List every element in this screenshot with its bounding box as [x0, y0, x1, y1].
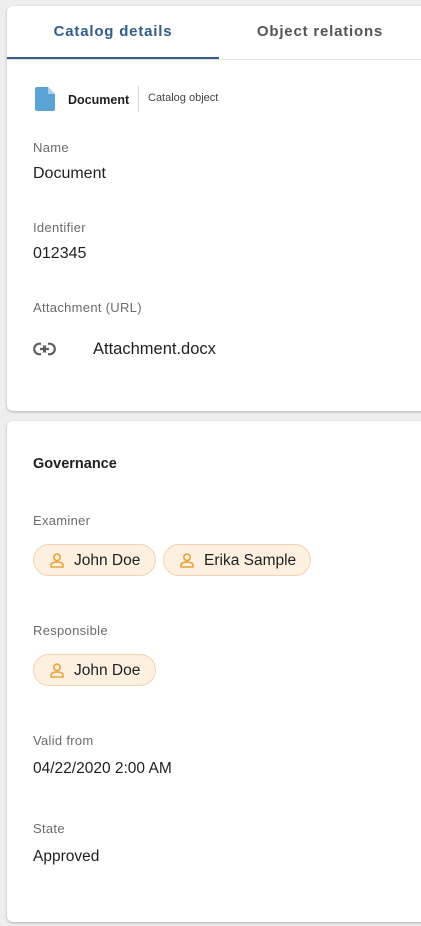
catalog-details-card: Catalog details Object relations Documen…	[7, 6, 421, 411]
name-label: Name	[33, 140, 69, 155]
name-value: Document	[33, 165, 106, 182]
responsible-chip[interactable]: John Doe	[33, 654, 156, 686]
examiner-name: John Doe	[74, 552, 141, 569]
examiner-label: Examiner	[33, 513, 91, 528]
state-value: Approved	[33, 848, 100, 865]
responsible-label: Responsible	[33, 623, 108, 638]
examiner-name: Erika Sample	[204, 552, 297, 569]
header-divider	[138, 86, 139, 112]
tab-object-relations[interactable]: Object relations	[219, 6, 421, 59]
responsible-name: John Doe	[74, 662, 141, 679]
governance-card: Governance Examiner John Doe Erika Sampl…	[7, 421, 421, 922]
object-name: Document	[68, 93, 130, 107]
governance-title: Governance	[33, 456, 117, 472]
attachment-label: Attachment (URL)	[33, 300, 142, 315]
valid-from-label: Valid from	[33, 733, 94, 748]
identifier-label: Identifier	[33, 220, 86, 235]
identifier-value: 012345	[33, 245, 87, 262]
tab-catalog-details[interactable]: Catalog details	[7, 6, 219, 59]
link-icon[interactable]	[33, 342, 56, 356]
object-type: Catalog object	[148, 92, 219, 104]
tab-bar: Catalog details Object relations	[7, 6, 421, 60]
active-tab-indicator	[7, 57, 219, 59]
examiner-chip[interactable]: John Doe	[33, 544, 156, 576]
state-label: State	[33, 821, 65, 836]
person-icon	[50, 663, 64, 678]
valid-from-value: 04/22/2020 2:00 AM	[33, 760, 172, 777]
attachment-link[interactable]: Attachment.docx	[93, 340, 216, 359]
examiner-chip[interactable]: Erika Sample	[163, 544, 311, 576]
person-icon	[50, 553, 64, 568]
document-icon	[35, 87, 55, 111]
person-icon	[180, 553, 194, 568]
